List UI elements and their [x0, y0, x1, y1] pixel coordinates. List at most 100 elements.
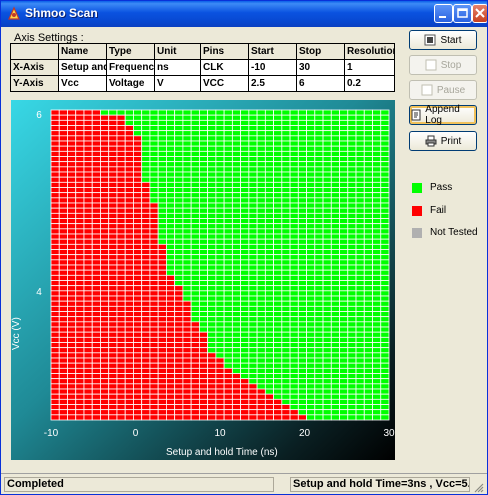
- shmoo-cell: [141, 321, 151, 328]
- table-cell[interactable]: 1: [344, 59, 395, 76]
- shmoo-cell: [182, 264, 192, 271]
- print-button[interactable]: Print: [409, 131, 477, 151]
- table-cell[interactable]: 30: [296, 59, 345, 76]
- shmoo-cell: [297, 119, 307, 126]
- shmoo-cell: [198, 233, 209, 240]
- shmoo-cell: [355, 197, 365, 204]
- table-row-y-axis[interactable]: Y-Axis Vcc Voltage V VCC 2.5 6 0.2: [10, 75, 395, 92]
- table-cell[interactable]: Frequency: [106, 59, 155, 76]
- maximize-button[interactable]: [453, 4, 472, 23]
- table-cell[interactable]: -10: [248, 59, 297, 76]
- shmoo-cell: [108, 321, 118, 328]
- append-log-button[interactable]: Append Log: [409, 104, 477, 126]
- pause-button[interactable]: Pause: [409, 80, 477, 100]
- minimize-button[interactable]: [434, 4, 453, 23]
- table-cell[interactable]: ns: [154, 59, 201, 76]
- shmoo-cell: [58, 388, 68, 395]
- shmoo-cell: [355, 295, 365, 302]
- shmoo-cell: [174, 280, 184, 287]
- table-cell[interactable]: Setup and: [58, 59, 107, 76]
- table-cell[interactable]: Voltage: [106, 75, 155, 92]
- shmoo-cell: [207, 156, 217, 163]
- shmoo-cell: [306, 352, 316, 359]
- shmoo-cell: [108, 192, 118, 199]
- table-cell[interactable]: 0.2: [344, 75, 395, 92]
- shmoo-cell: [330, 342, 340, 349]
- shmoo-cell: [223, 109, 233, 116]
- shmoo-cell: [108, 166, 118, 173]
- shmoo-cell: [248, 202, 258, 209]
- shmoo-cell: [100, 114, 110, 121]
- stop-button[interactable]: Stop: [409, 55, 477, 75]
- shmoo-cell: [75, 274, 85, 281]
- table-cell[interactable]: 2.5: [248, 75, 297, 92]
- table-cell[interactable]: 6: [296, 75, 345, 92]
- shmoo-cell: [157, 398, 167, 405]
- shmoo-cell: [231, 176, 242, 183]
- shmoo-cell: [100, 254, 110, 261]
- shmoo-cell: [166, 228, 176, 235]
- table-cell[interactable]: VCC: [200, 75, 249, 92]
- table-cell[interactable]: Vcc: [58, 75, 107, 92]
- shmoo-cell: [330, 145, 340, 152]
- shmoo-cell: [289, 197, 299, 204]
- shmoo-cell: [50, 300, 60, 307]
- table-row-x-axis[interactable]: X-Axis Setup and Frequency ns CLK -10 30…: [10, 59, 395, 76]
- shmoo-cell: [248, 331, 258, 338]
- shmoo-cell: [330, 119, 340, 126]
- shmoo-cell: [289, 269, 299, 276]
- shmoo-cell: [289, 166, 299, 173]
- shmoo-cell: [215, 347, 225, 354]
- title-bar[interactable]: Shmoo Scan: [1, 1, 487, 27]
- shmoo-cell: [133, 404, 143, 411]
- shmoo-cell: [100, 269, 110, 276]
- shmoo-cell: [322, 207, 332, 214]
- resize-grip-icon[interactable]: [472, 481, 484, 493]
- shmoo-cell: [157, 300, 167, 307]
- shmoo-cell: [215, 373, 225, 380]
- shmoo-cell: [347, 404, 357, 411]
- shmoo-cell: [124, 367, 134, 374]
- shmoo-cell: [141, 218, 151, 225]
- shmoo-cell: [91, 409, 101, 416]
- shmoo-cell: [264, 114, 274, 121]
- shmoo-cell: [322, 197, 332, 204]
- shmoo-cell: [149, 326, 159, 333]
- shmoo-cell: [273, 357, 283, 364]
- pass-swatch: [412, 182, 422, 193]
- shmoo-cell: [198, 357, 209, 364]
- shmoo-cell: [50, 119, 60, 126]
- shmoo-cell: [83, 290, 93, 297]
- shmoo-cell: [355, 357, 365, 364]
- shmoo-cell: [215, 218, 225, 225]
- table-cell[interactable]: CLK: [200, 59, 249, 76]
- shmoo-cell: [347, 119, 357, 126]
- shmoo-cell: [149, 130, 159, 137]
- table-cell[interactable]: V: [154, 75, 201, 92]
- shmoo-cell: [174, 342, 184, 349]
- shmoo-cell: [149, 150, 159, 157]
- shmoo-cell: [372, 274, 382, 281]
- shmoo-cell: [108, 125, 118, 132]
- append-log-label: Append Log: [425, 104, 460, 126]
- shmoo-cell: [322, 212, 332, 219]
- shmoo-cell: [75, 145, 85, 152]
- shmoo-cell: [264, 145, 274, 152]
- shmoo-cell: [149, 305, 159, 312]
- shmoo-cell: [363, 352, 373, 359]
- shmoo-cell: [355, 285, 365, 292]
- shmoo-cell: [297, 259, 307, 266]
- shmoo-cell: [347, 373, 357, 380]
- shmoo-cell: [133, 135, 143, 142]
- shmoo-cell: [50, 176, 60, 183]
- shmoo-cell: [363, 414, 373, 421]
- shmoo-cell: [50, 135, 60, 142]
- shmoo-plot[interactable]: -10 0 10 20 30 6 4 Vcc (V) Setup and hold Time…: [11, 100, 395, 460]
- shmoo-cell: [289, 254, 299, 261]
- shmoo-cell: [363, 264, 373, 271]
- close-button[interactable]: [472, 4, 487, 23]
- start-button[interactable]: Start: [409, 30, 477, 50]
- shmoo-cell: [297, 125, 307, 132]
- shmoo-cell: [91, 197, 101, 204]
- shmoo-cell: [174, 125, 184, 132]
